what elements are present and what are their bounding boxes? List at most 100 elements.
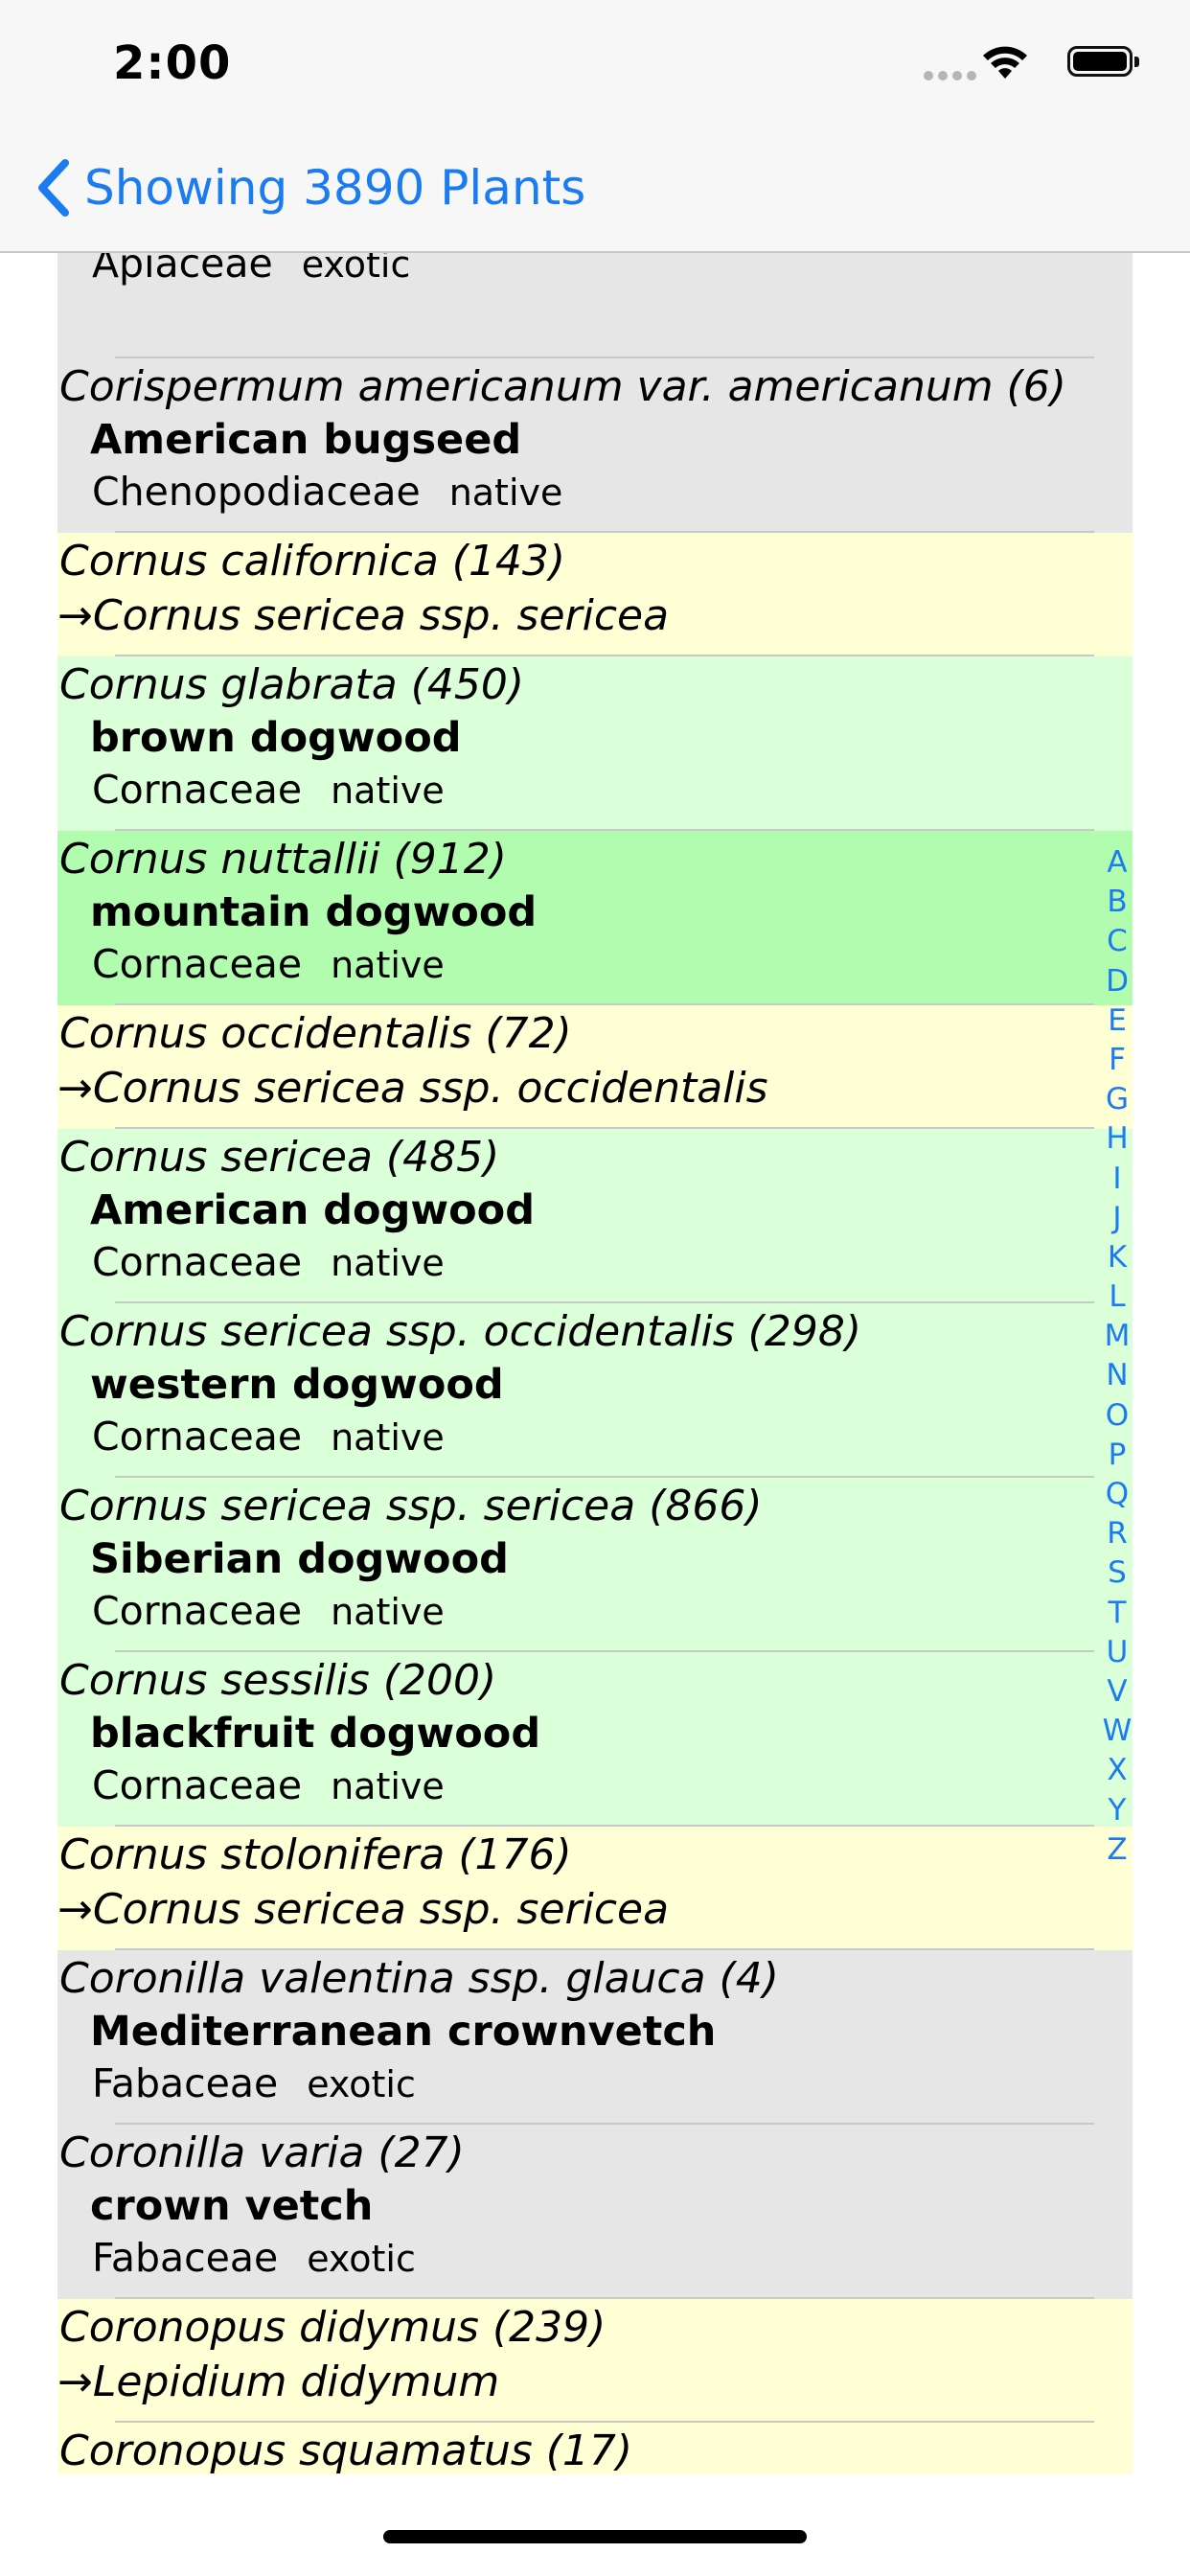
cellular-signal-icon [924, 71, 977, 80]
native-status: exotic [307, 2238, 416, 2280]
plant-row[interactable]: Cornus sericea ssp. occidentalis (298) we… [57, 1303, 1133, 1478]
common-name: blackfruit dogwood [90, 1710, 541, 1758]
accepted-name-link: →Lepidium didymum [57, 2358, 500, 2406]
back-button[interactable]: Showing 3890 Plants [33, 153, 585, 222]
back-button-label: Showing 3890 Plants [84, 160, 586, 216]
scientific-name: Coronopus squamatus (17) [59, 2426, 633, 2474]
native-status: exotic [307, 2063, 416, 2105]
index-letter-a[interactable]: A [1098, 843, 1136, 883]
index-letter-u[interactable]: U [1098, 1633, 1136, 1672]
synonym-row[interactable]: Coronopus squamatus (17)→Lepidium [57, 2423, 1133, 2474]
plant-row[interactable]: Corispermum americanum var. americanum (… [57, 358, 1133, 533]
scientific-name: Cornus sericea (485) [59, 1133, 500, 1182]
accepted-name-link: →Cornus sericea ssp. sericea [57, 1885, 670, 1934]
scientific-name: Cornus sericea ssp. occidentalis (298) [59, 1307, 861, 1356]
plant-row[interactable]: Cornus sericea ssp. sericea (866) Siberia… [57, 1478, 1133, 1652]
family-name: Cornaceae [92, 767, 303, 813]
index-letter-q[interactable]: Q [1098, 1475, 1136, 1514]
index-letter-m[interactable]: M [1098, 1317, 1136, 1356]
index-letter-d[interactable]: D [1098, 962, 1136, 1001]
index-letter-r[interactable]: R [1098, 1514, 1136, 1553]
scientific-name: Coronilla valentina ssp. glauca (4) [59, 1954, 779, 2003]
common-name: American dogwood [90, 1186, 535, 1234]
native-status: native [331, 1242, 445, 1284]
family-name: Apiaceae [92, 251, 273, 287]
native-status: native [331, 770, 445, 812]
index-letter-x[interactable]: X [1098, 1751, 1136, 1790]
battery-icon [1067, 46, 1139, 77]
family-name: Fabaceae [92, 2060, 279, 2106]
index-letter-z[interactable]: Z [1098, 1830, 1136, 1870]
home-indicator[interactable] [383, 2530, 807, 2543]
index-letter-v[interactable]: V [1098, 1672, 1136, 1712]
plant-row[interactable]: Coronilla valentina ssp. glauca (4) Medit… [57, 1950, 1133, 2125]
plant-row[interactable]: Cornus nuttallii (912) mountain dogwood Co… [57, 831, 1133, 1005]
synonym-row[interactable]: Cornus stolonifera (176) →Cornus sericea … [57, 1827, 1133, 1950]
index-letter-w[interactable]: W [1098, 1712, 1136, 1751]
native-status: exotic [301, 251, 411, 286]
family-name: Cornaceae [92, 1588, 303, 1634]
common-name: American bugseed [90, 416, 522, 464]
accepted-name-link: →Cornus sericea ssp. sericea [57, 591, 670, 640]
common-name: mountain dogwood [90, 888, 538, 936]
family-name: Cornaceae [92, 1239, 303, 1285]
index-letter-i[interactable]: I [1098, 1160, 1136, 1199]
synonym-row[interactable]: Cornus californica (143) →Cornus sericea … [57, 533, 1133, 656]
scientific-name: Corispermum americanum var. americanum (… [59, 362, 1066, 411]
native-status: native [448, 472, 563, 514]
scientific-name: Cornus nuttallii (912) [59, 835, 507, 884]
plant-row[interactable]: Cornus glabrata (450) brown dogwood Cornac… [57, 656, 1133, 831]
native-status: native [331, 944, 445, 986]
status-time: 2:00 [113, 36, 232, 90]
plant-row[interactable]: coriander, cilantroApiaceaeexotic [57, 251, 1133, 358]
common-name: crown vetch [90, 2182, 374, 2230]
family-name: Cornaceae [92, 1414, 303, 1460]
scientific-name: Cornus sessilis (200) [59, 1656, 497, 1705]
index-letter-c[interactable]: C [1098, 922, 1136, 961]
plant-list[interactable]: coriander, cilantroApiaceaeexoticCorispe… [57, 251, 1133, 2474]
alphabet-index[interactable]: ABCDEFGHIJKLMNOPQRSTUVWXYZ [1098, 843, 1136, 1870]
family-line: Cornaceae native [57, 1760, 1133, 1812]
scientific-name: Coronilla varia (27) [59, 2128, 465, 2177]
family-name: Chenopodiaceae [92, 469, 421, 515]
scientific-name: Cornus glabrata (450) [59, 660, 525, 709]
navigation-bar: 2:00 Showing 3890 Plants [0, 0, 1190, 253]
scientific-name: Cornus stolonifera (176) [59, 1830, 572, 1879]
index-letter-f[interactable]: F [1098, 1041, 1136, 1080]
family-line: Cornaceae native [57, 1236, 1133, 1289]
index-letter-j[interactable]: J [1098, 1199, 1136, 1238]
native-status: native [331, 1591, 445, 1633]
index-letter-g[interactable]: G [1098, 1080, 1136, 1119]
family-line: Chenopodiaceae native [57, 466, 1133, 518]
family-line: Fabaceae exotic [57, 2058, 1133, 2110]
plant-row[interactable]: Cornus sericea (485) American dogwood Corn… [57, 1129, 1133, 1303]
scientific-name: Cornus californica (143) [59, 537, 566, 586]
family-line: Cornaceae native [57, 1585, 1133, 1638]
family-line: Cornaceae native [57, 1411, 1133, 1463]
family-name: Fabaceae [92, 2235, 279, 2281]
synonym-row[interactable]: Coronopus didymus (239) →Lepidium didymum [57, 2299, 1133, 2423]
plant-row[interactable]: Cornus sessilis (200) blackfruit dogwood C… [57, 1652, 1133, 1827]
index-letter-k[interactable]: K [1098, 1238, 1136, 1277]
family-line: Fabaceae exotic [57, 2232, 1133, 2285]
index-letter-p[interactable]: P [1098, 1436, 1136, 1475]
index-letter-l[interactable]: L [1098, 1277, 1136, 1317]
index-letter-s[interactable]: S [1098, 1553, 1136, 1593]
family-name: Cornaceae [92, 1762, 303, 1808]
index-letter-o[interactable]: O [1098, 1396, 1136, 1436]
index-letter-h[interactable]: H [1098, 1119, 1136, 1159]
common-name: Siberian dogwood [90, 1535, 509, 1583]
index-letter-y[interactable]: Y [1098, 1791, 1136, 1830]
scientific-name: Cornus occidentalis (72) [59, 1009, 572, 1058]
scientific-name: Cornus sericea ssp. sericea (866) [59, 1482, 763, 1530]
index-letter-b[interactable]: B [1098, 883, 1136, 922]
native-status: native [331, 1416, 445, 1459]
plant-row[interactable]: Coronilla varia (27) crown vetch Fabaceae e… [57, 2125, 1133, 2299]
index-letter-t[interactable]: T [1098, 1594, 1136, 1633]
synonym-row[interactable]: Cornus occidentalis (72) →Cornus sericea … [57, 1005, 1133, 1129]
scientific-name: Coronopus didymus (239) [59, 2303, 606, 2352]
index-letter-n[interactable]: N [1098, 1356, 1136, 1395]
family-line: Apiaceae exotic [57, 251, 1133, 290]
family-name: Cornaceae [92, 941, 303, 987]
index-letter-e[interactable]: E [1098, 1001, 1136, 1041]
